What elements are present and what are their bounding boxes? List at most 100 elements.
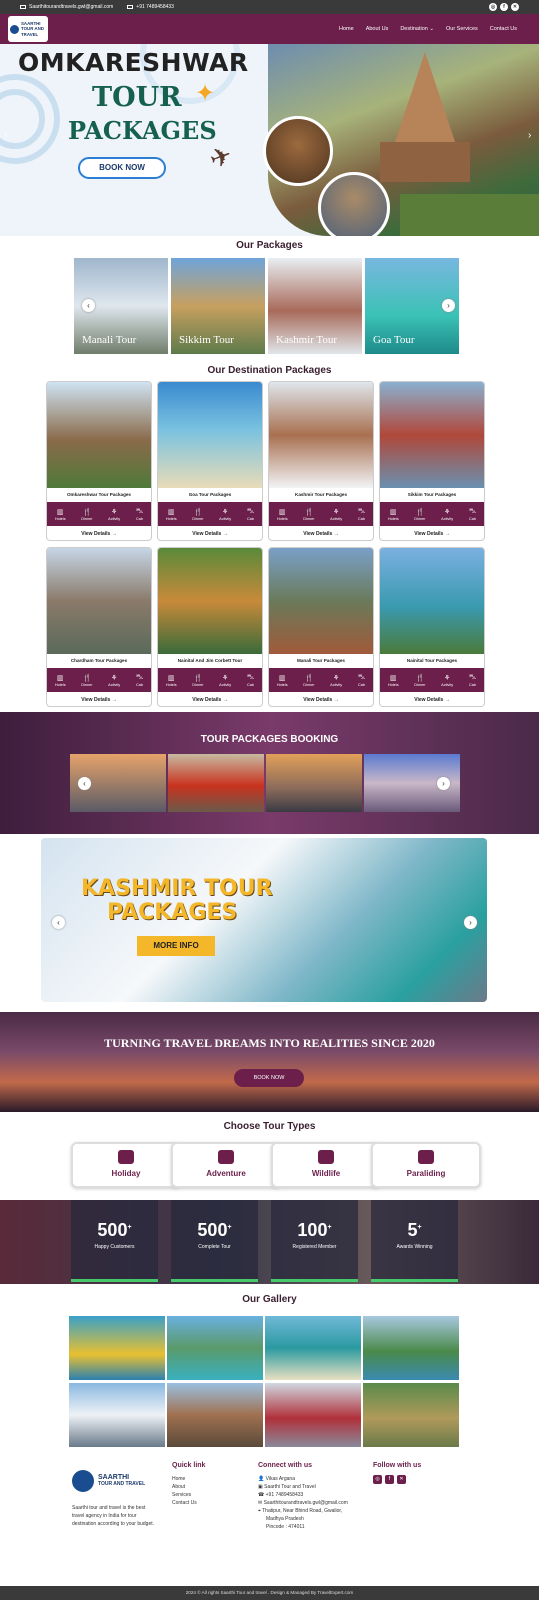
booking-slide-train[interactable] [168,754,264,812]
destination-card[interactable]: Omkareshwar Tour Packages ▥ Hotels 🍴 Dinner ⚘… [46,381,152,541]
dinner-icon: 🍴 Dinner [192,674,204,687]
hotel-icon: ▥ Hotels [387,674,399,687]
footer-quick-links: Quick link Home About Services Contact U… [172,1460,242,1507]
view-details-link[interactable]: View Details → [269,692,373,706]
gallery-image[interactable] [69,1316,165,1380]
amenities-row: ▥ Hotels 🍴 Dinner ⚘ Activity ⛍ Cab [269,668,373,692]
gallery-image[interactable] [69,1383,165,1447]
view-details-link[interactable]: View Details → [47,526,151,540]
dreams-book-now-button[interactable]: BOOK NOW [234,1069,304,1087]
hero-prev-arrow-icon[interactable]: ‹ [4,130,7,141]
contact-person: 👤 Vikas Argana [258,1476,295,1483]
package-slide[interactable]: Kashmir Tour [268,258,362,354]
view-details-link[interactable]: View Details → [380,526,484,540]
stat-counter: 100+ Registered Member [271,1200,358,1282]
gallery-image[interactable] [167,1383,263,1447]
view-details-link[interactable]: View Details → [158,692,262,706]
footer-about: SAARTHI TOUR AND TRAVEL Saarthi tour and … [72,1470,156,1528]
amenities-row: ▥ Hotels 🍴 Dinner ⚘ Activity ⛍ Cab [47,502,151,526]
amenities-row: ▥ Hotels 🍴 Dinner ⚘ Activity ⛍ Cab [380,668,484,692]
nav-services[interactable]: Our Services [446,26,478,32]
hero-book-now-button[interactable]: BOOK NOW [78,157,166,179]
nav-about[interactable]: About Us [366,26,389,32]
booking-slide-flight[interactable] [266,754,362,812]
destination-card[interactable]: Goa Tour Packages ▥ Hotels 🍴 Dinner ⚘ Activity… [157,381,263,541]
destination-card[interactable]: Manali Tour Packages ▥ Hotels 🍴 Dinner ⚘ Activ… [268,547,374,707]
footer-connect: Connect with us 👤 Vikas Argana ▣ Saarthi… [258,1460,368,1531]
view-details-link[interactable]: View Details → [158,526,262,540]
contact-email[interactable]: ✉ Saarthitourandtravels.gwl@gmail.com [258,1499,368,1507]
dinner-icon: 🍴 Dinner [414,508,426,521]
footer-link[interactable]: Services [172,1491,242,1499]
cab-icon: ⛍ Cab [135,508,144,521]
contact-company: ▣ Saarthi Tour and Travel [258,1484,316,1491]
mountain-icon [218,1150,234,1164]
nav-contact[interactable]: Contact Us [490,26,517,32]
x-icon[interactable]: ✕ [397,1475,406,1485]
main-nav: SAARTHI TOUR AND TRAVEL Home About Us Des… [0,14,539,44]
instagram-icon[interactable]: ◎ [489,3,497,11]
hero-next-arrow-icon[interactable]: › [528,130,531,141]
footer-link[interactable]: Contact Us [172,1499,242,1507]
tour-type-holiday[interactable]: Holiday [71,1142,181,1188]
tour-type-wildlife[interactable]: Wildlife [271,1142,381,1188]
view-details-link[interactable]: View Details → [380,692,484,706]
destination-card[interactable]: Nainital And Jim Corbett Tour ▥ Hotels 🍴 Din… [157,547,263,707]
destination-card[interactable]: Nainital Tour Packages ▥ Hotels 🍴 Dinner ⚘ Act… [379,547,485,707]
booking-next-arrow-icon[interactable]: › [437,777,450,790]
destination-card[interactable]: Chardham Tour Packages ▥ Hotels 🍴 Dinner ⚘ Act… [46,547,152,707]
activity-icon: ⚘ Activity [108,674,121,687]
booking-prev-arrow-icon[interactable]: ‹ [78,777,91,790]
kashmir-prev-arrow-icon[interactable]: ‹ [52,916,65,929]
destination-photo [269,382,373,488]
facebook-icon[interactable]: f [385,1475,394,1485]
hotel-icon: ▥ Hotels [387,508,399,521]
cab-icon: ⛍ Cab [246,508,255,521]
temple-interior-photo [263,116,333,186]
gallery-image[interactable] [265,1316,361,1380]
destination-card[interactable]: Sikkim Tour Packages ▥ Hotels 🍴 Dinner ⚘ Activ… [379,381,485,541]
packages-prev-arrow-icon[interactable]: ‹ [82,299,95,312]
footer-logo[interactable]: SAARTHI TOUR AND TRAVEL [72,1470,156,1492]
contact-phone[interactable]: ☎ +91 7489458433 [258,1491,368,1499]
dreams-banner [0,1012,539,1112]
destination-card[interactable]: Kashmir Tour Packages ▥ Hotels 🍴 Dinner ⚘ Acti… [268,381,374,541]
destination-title: Sikkim Tour Packages [407,492,457,497]
facebook-icon[interactable]: f [500,3,508,11]
gallery-image[interactable] [363,1316,459,1380]
logo[interactable]: SAARTHI TOUR AND TRAVEL [8,16,48,42]
instagram-icon[interactable]: ◎ [373,1475,382,1485]
destination-title: Omkareshwar Tour Packages [66,492,131,497]
gallery-heading: Our Gallery [242,1294,297,1305]
gallery-image[interactable] [265,1383,361,1447]
packages-next-arrow-icon[interactable]: › [442,299,455,312]
amenities-row: ▥ Hotels 🍴 Dinner ⚘ Activity ⛍ Cab [380,502,484,526]
x-icon[interactable]: ✕ [511,3,519,11]
social-links: ◎ f ✕ [489,3,519,11]
cab-icon: ⛍ Cab [357,508,366,521]
activity-icon: ⚘ Activity [219,508,232,521]
phone-contact[interactable]: +91 7489458433 [127,4,174,10]
tour-type-adventure[interactable]: Adventure [171,1142,281,1188]
view-details-link[interactable]: View Details → [47,692,151,706]
tour-type-paraliding[interactable]: Paraliding [371,1142,481,1188]
nav-home[interactable]: Home [339,26,354,32]
kashmir-next-arrow-icon[interactable]: › [464,916,477,929]
email-contact[interactable]: Saarthitourandtravels.gwl@gmail.com [20,4,113,10]
destination-photo [158,382,262,488]
package-slide[interactable]: Sikkim Tour [171,258,265,354]
footer-link[interactable]: About [172,1483,242,1491]
gallery-image[interactable] [363,1383,459,1447]
amenities-row: ▥ Hotels 🍴 Dinner ⚘ Activity ⛍ Cab [269,502,373,526]
gallery-image[interactable] [167,1316,263,1380]
view-details-link[interactable]: View Details → [269,526,373,540]
footer-link[interactable]: Home [172,1475,242,1483]
activity-icon: ⚘ Activity [108,508,121,521]
destination-title: Chardham Tour Packages [70,658,128,663]
destination-title: Kashmir Tour Packages [295,492,347,497]
nav-destination[interactable]: Destination ⌄ [400,26,434,32]
amenities-row: ▥ Hotels 🍴 Dinner ⚘ Activity ⛍ Cab [47,668,151,692]
more-info-button[interactable]: MORE INFO [137,936,215,956]
destination-photo [47,382,151,488]
kashmir-promo-banner[interactable]: KASHMIR TOUR PACKAGES MORE INFO [41,838,487,1002]
